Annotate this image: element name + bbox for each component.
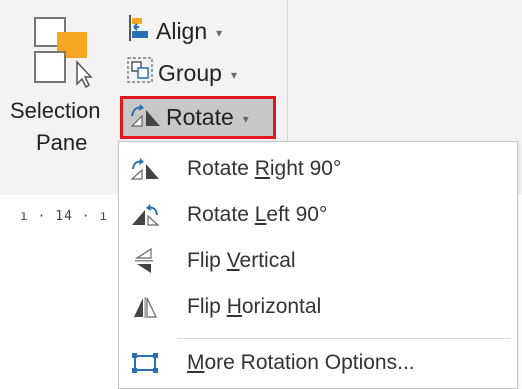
ruler-marks: ı · 14 · ı bbox=[20, 209, 109, 224]
menu-separator bbox=[177, 338, 511, 339]
menu-item-label: Rotate Right 90° bbox=[187, 157, 342, 180]
align-label: Align bbox=[156, 17, 208, 44]
menu-item-label: Flip Vertical bbox=[187, 249, 296, 272]
rotate-dropdown-caret: ▾ bbox=[242, 112, 249, 126]
rotate-icon bbox=[128, 102, 162, 134]
menu-item-label: Flip Horizontal bbox=[187, 295, 322, 318]
rotate-dropdown-menu: Rotate Right 90° Rotate Left 90° Flip Ve… bbox=[118, 141, 518, 389]
align-button[interactable]: Align ▾ bbox=[126, 14, 222, 48]
group-icon bbox=[126, 56, 154, 90]
rotate-button[interactable]: Rotate ▾ bbox=[120, 96, 276, 139]
selection-pane-label-line2: Pane bbox=[36, 130, 88, 155]
align-icon bbox=[126, 14, 152, 48]
menu-item-flip-horizontal[interactable]: Flip Horizontal bbox=[119, 284, 517, 330]
flip-vertical-icon bbox=[129, 247, 161, 275]
selection-pane-icon bbox=[33, 16, 95, 93]
rotate-left-icon bbox=[129, 201, 161, 229]
rotate-right-icon bbox=[129, 155, 161, 183]
selection-pane-button[interactable]: Selection Pane bbox=[2, 10, 118, 160]
rotate-label: Rotate bbox=[166, 104, 234, 130]
menu-item-label: Rotate Left 90° bbox=[187, 203, 328, 226]
selection-pane-label-line1: Selection bbox=[10, 98, 101, 123]
align-dropdown-caret: ▾ bbox=[216, 25, 223, 40]
menu-item-rotate-right[interactable]: Rotate Right 90° bbox=[119, 146, 517, 192]
menu-item-more-rotation-options[interactable]: More Rotation Options... bbox=[119, 340, 517, 386]
more-rotation-icon bbox=[129, 349, 161, 377]
group-button[interactable]: Group ▾ bbox=[126, 56, 237, 90]
menu-item-flip-vertical[interactable]: Flip Vertical bbox=[119, 238, 517, 284]
menu-item-label: More Rotation Options... bbox=[187, 351, 415, 374]
menu-item-rotate-left[interactable]: Rotate Left 90° bbox=[119, 192, 517, 238]
group-dropdown-caret: ▾ bbox=[230, 67, 237, 82]
group-label: Group bbox=[158, 59, 222, 86]
flip-horizontal-icon bbox=[129, 293, 161, 321]
